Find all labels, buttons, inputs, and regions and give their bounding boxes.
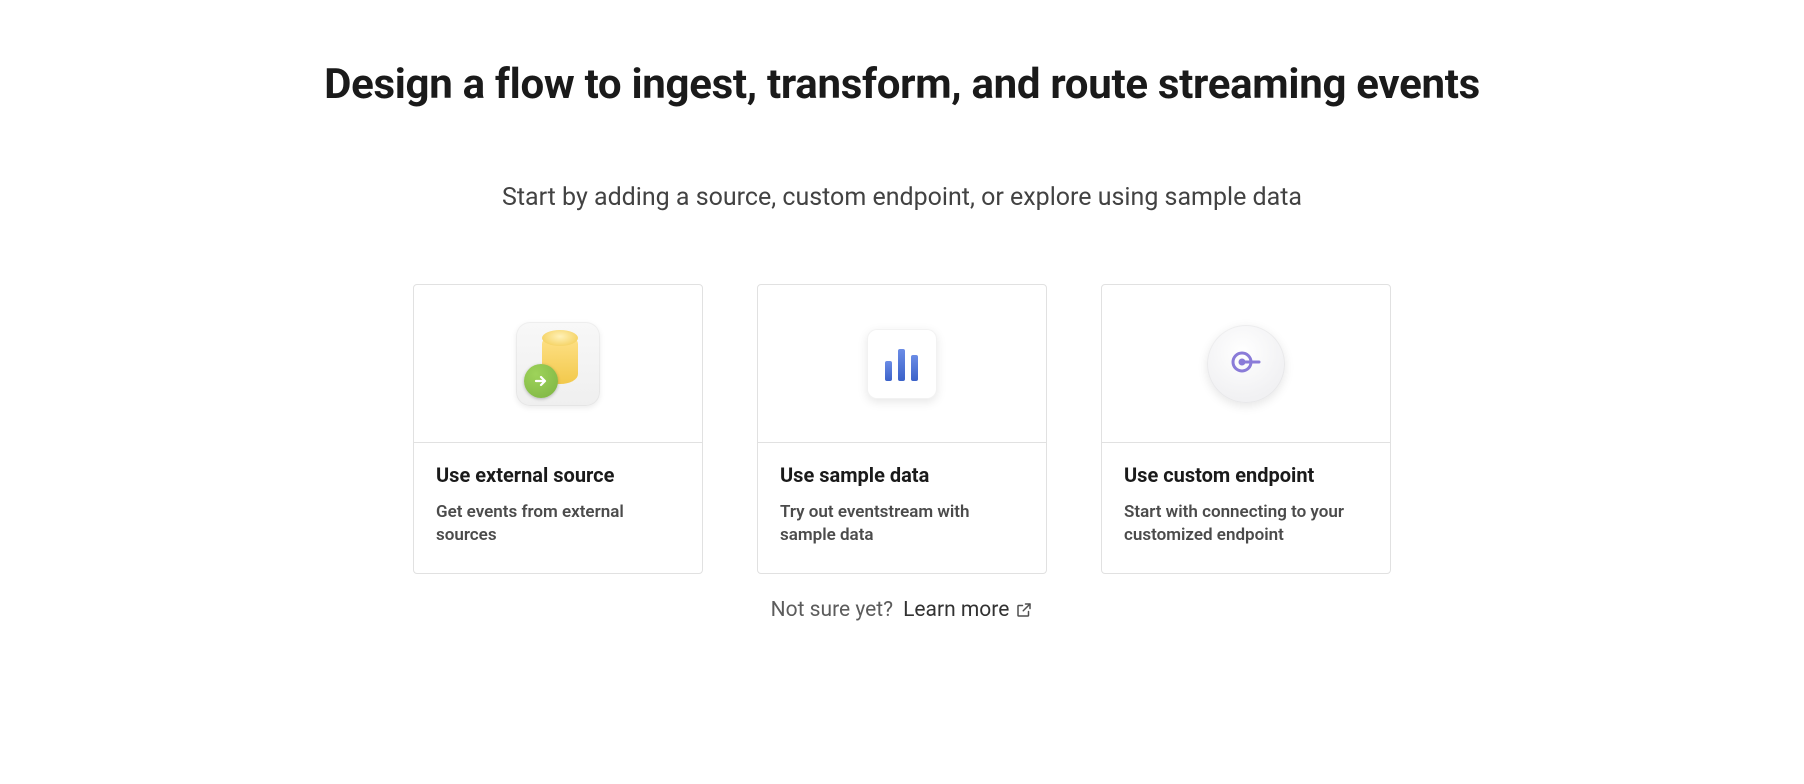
page-title: Design a flow to ingest, transform, and … bbox=[0, 60, 1804, 109]
card-description: Get events from external sources bbox=[436, 501, 680, 547]
database-arrow-icon bbox=[516, 322, 600, 406]
flow-designer-start: Design a flow to ingest, transform, and … bbox=[0, 0, 1804, 622]
option-cards: Use external source Get events from exte… bbox=[0, 284, 1804, 574]
card-icon-area bbox=[1102, 285, 1390, 443]
footer-help-row: Not sure yet? Learn more bbox=[0, 598, 1804, 622]
external-link-icon bbox=[1015, 601, 1033, 619]
card-description: Try out eventstream with sample data bbox=[780, 501, 1024, 547]
card-description: Start with connecting to your customized… bbox=[1124, 501, 1368, 547]
learn-more-link[interactable]: Learn more bbox=[903, 598, 1033, 622]
card-body: Use custom endpoint Start with connectin… bbox=[1102, 443, 1390, 547]
card-icon-area bbox=[414, 285, 702, 443]
card-body: Use sample data Try out eventstream with… bbox=[758, 443, 1046, 547]
not-sure-label: Not sure yet? bbox=[771, 598, 893, 622]
card-body: Use external source Get events from exte… bbox=[414, 443, 702, 547]
card-use-custom-endpoint[interactable]: Use custom endpoint Start with connectin… bbox=[1101, 284, 1391, 574]
card-use-external-source[interactable]: Use external source Get events from exte… bbox=[413, 284, 703, 574]
bar-chart-icon bbox=[867, 329, 937, 399]
card-icon-area bbox=[758, 285, 1046, 443]
endpoint-icon bbox=[1207, 325, 1285, 403]
card-title: Use custom endpoint bbox=[1124, 463, 1368, 487]
page-subtitle: Start by adding a source, custom endpoin… bbox=[0, 183, 1804, 212]
card-title: Use external source bbox=[436, 463, 680, 487]
learn-more-label: Learn more bbox=[903, 598, 1009, 622]
card-use-sample-data[interactable]: Use sample data Try out eventstream with… bbox=[757, 284, 1047, 574]
card-title: Use sample data bbox=[780, 463, 1024, 487]
